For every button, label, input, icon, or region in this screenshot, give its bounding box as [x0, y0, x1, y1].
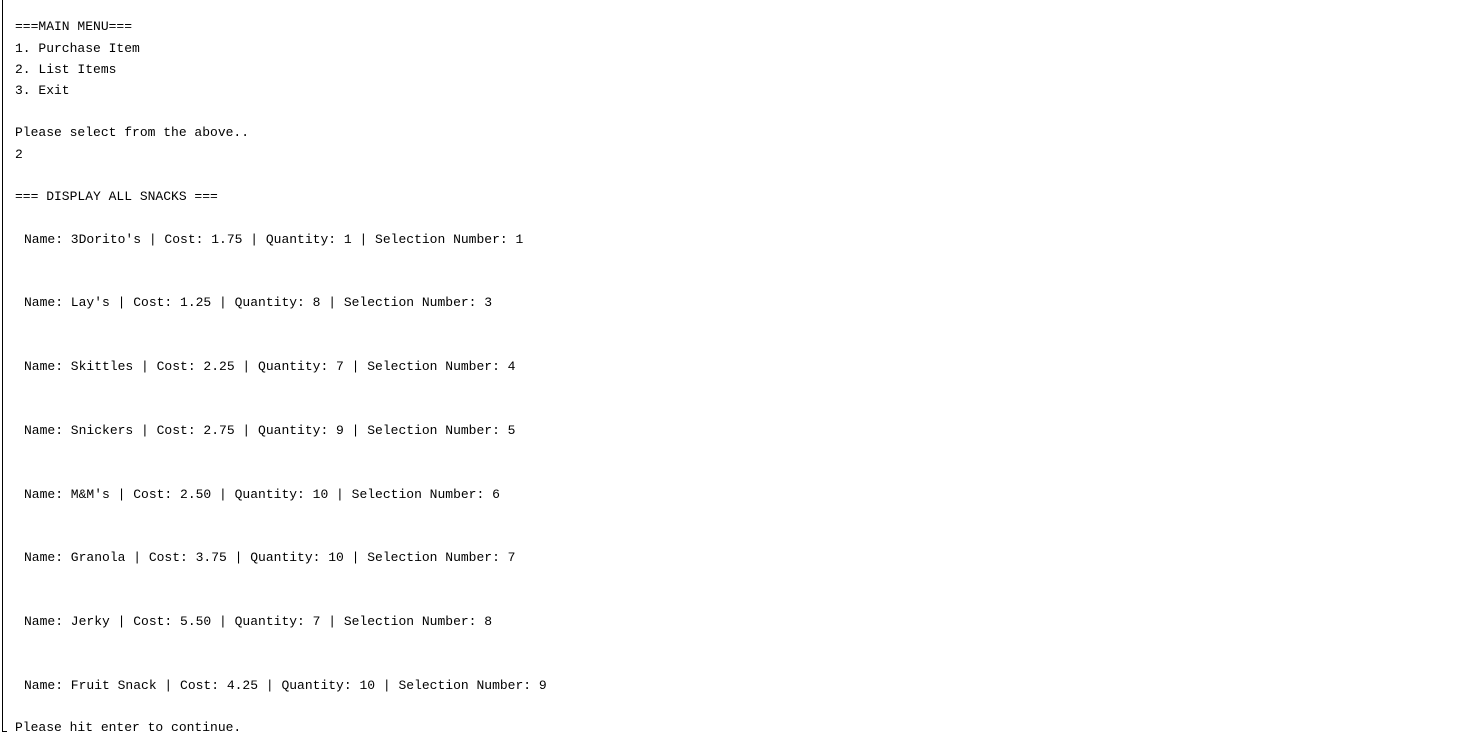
snack-row: Name: M&M's | Cost: 2.50 | Quantity: 10 … — [24, 487, 500, 502]
snack-row: Name: Lay's | Cost: 1.25 | Quantity: 8 |… — [24, 295, 493, 310]
snack-row: Name: Granola | Cost: 3.75 | Quantity: 1… — [24, 550, 516, 565]
console-output[interactable]: ===MAIN MENU=== 1. Purchase Item 2. List… — [0, 0, 1464, 749]
menu-option-exit: 3. Exit — [15, 83, 70, 98]
console-left-border — [2, 0, 3, 732]
menu-option-list-items: 2. List Items — [15, 62, 117, 77]
snack-row: Name: Jerky | Cost: 5.50 | Quantity: 7 |… — [24, 614, 493, 629]
main-menu-header: ===MAIN MENU=== — [15, 19, 133, 34]
continue-prompt: Please hit enter to continue. — [15, 720, 242, 735]
snack-row: Name: Skittles | Cost: 2.25 | Quantity: … — [24, 359, 516, 374]
snack-row: Name: Snickers | Cost: 2.75 | Quantity: … — [24, 423, 516, 438]
menu-option-purchase-item: 1. Purchase Item — [15, 41, 140, 56]
snack-row: Name: 3Dorito's | Cost: 1.75 | Quantity:… — [24, 232, 524, 247]
selection-prompt: Please select from the above.. — [15, 125, 250, 140]
console-left-border-foot — [2, 731, 7, 732]
user-input-echo: 2 — [15, 147, 23, 162]
display-snacks-header: === DISPLAY ALL SNACKS === — [15, 189, 218, 204]
snack-row: Name: Fruit Snack | Cost: 4.25 | Quantit… — [24, 678, 547, 693]
